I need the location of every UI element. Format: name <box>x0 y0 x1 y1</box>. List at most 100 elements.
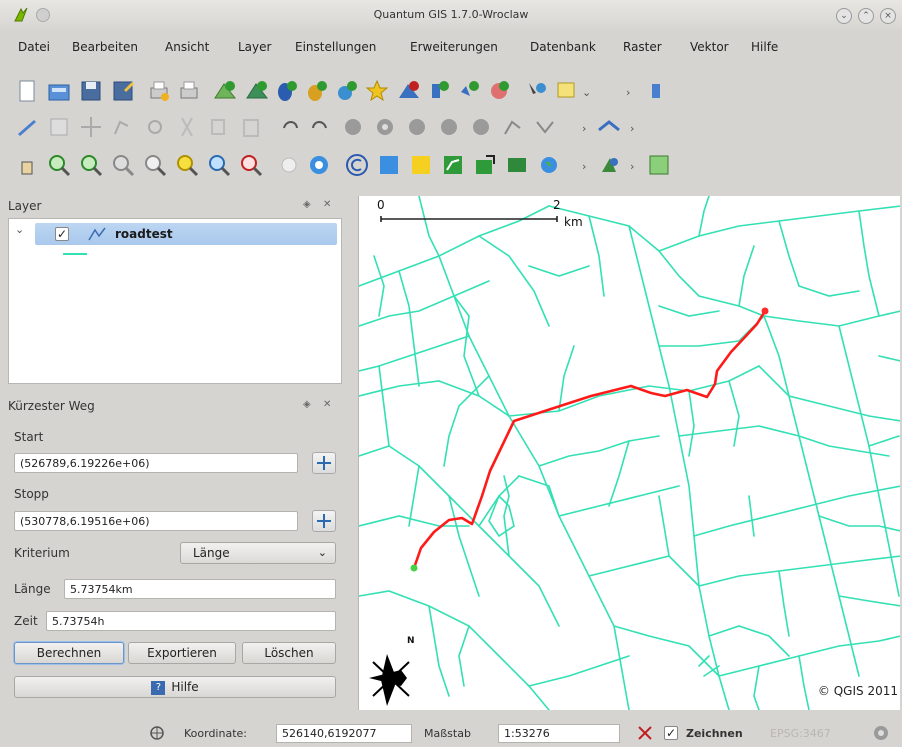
layer-item-roadtest[interactable]: ✓ roadtest <box>35 223 337 245</box>
delete-part-icon[interactable] <box>468 114 494 140</box>
menu-raster[interactable]: Raster <box>623 40 662 54</box>
pick-start-button[interactable] <box>312 452 336 474</box>
criterion-select[interactable]: Länge ⌄ <box>180 542 336 564</box>
menu-layer[interactable]: Layer <box>238 40 271 54</box>
stop-render-icon[interactable] <box>636 724 654 742</box>
layer-visibility-checkbox[interactable]: ✓ <box>55 227 69 241</box>
toolbar-overflow-icon-2[interactable]: › <box>582 122 586 135</box>
zoom-actual-icon[interactable] <box>206 152 232 178</box>
float-panel-icon[interactable]: ◈ <box>303 199 311 210</box>
globe-icon[interactable] <box>536 152 562 178</box>
add-gps-layer-icon[interactable] <box>486 78 512 104</box>
menu-datei[interactable]: Datei <box>18 40 50 54</box>
remove-layer-icon[interactable] <box>396 78 422 104</box>
help-button[interactable]: ? Hilfe <box>14 676 336 698</box>
shortest-path-icon[interactable] <box>440 152 466 178</box>
menu-einstellungen[interactable]: Einstellungen <box>295 40 376 54</box>
pick-stop-button[interactable] <box>312 510 336 532</box>
close-panel-icon-2[interactable]: ✕ <box>323 399 331 410</box>
dropdown-arrow-icon[interactable]: ⌄ <box>582 86 591 99</box>
menu-vektor[interactable]: Vektor <box>690 40 729 54</box>
coordinate-toggle-icon[interactable] <box>148 724 166 742</box>
paste-features-icon[interactable] <box>238 114 264 140</box>
add-wfs-layer-icon[interactable] <box>426 78 452 104</box>
measure-line-icon[interactable] <box>376 152 402 178</box>
add-raster-layer-icon[interactable] <box>244 78 270 104</box>
zoom-out-icon[interactable] <box>78 152 104 178</box>
print-icon[interactable] <box>176 78 202 104</box>
add-postgis-layer-icon[interactable] <box>274 78 300 104</box>
redo-icon[interactable] <box>308 114 334 140</box>
length-field[interactable]: 5.73754km <box>64 579 336 599</box>
simplify-feature-icon[interactable] <box>340 114 366 140</box>
toggle-editing-icon[interactable] <box>14 114 40 140</box>
open-project-icon[interactable] <box>46 78 72 104</box>
float-panel-icon-2[interactable]: ◈ <box>303 399 311 410</box>
menu-hilfe[interactable]: Hilfe <box>751 40 778 54</box>
render-checkbox[interactable]: ✓ <box>664 726 678 740</box>
minimize-icon[interactable]: ⌄ <box>836 8 852 24</box>
add-wms-layer-icon[interactable] <box>334 78 360 104</box>
gps-tools-icon[interactable] <box>596 114 622 140</box>
identify-icon[interactable] <box>524 78 550 104</box>
add-vector-layer-icon[interactable] <box>212 78 238 104</box>
copy-features-icon[interactable] <box>206 114 232 140</box>
zoom-layer-icon[interactable] <box>174 152 200 178</box>
close-icon[interactable]: × <box>880 8 896 24</box>
reshape-features-icon[interactable] <box>500 114 526 140</box>
new-print-composer-icon[interactable] <box>146 78 172 104</box>
collapse-arrow-icon[interactable]: ⌄ <box>15 223 24 236</box>
plugin-tool-icon[interactable] <box>596 152 622 178</box>
refresh-icon[interactable] <box>306 152 332 178</box>
zoom-in-icon[interactable] <box>46 152 72 178</box>
coordinate-field[interactable]: 526140,6192077 <box>276 724 412 743</box>
toolbar-overflow-icon-4[interactable]: › <box>582 160 586 173</box>
add-delimited-text-icon[interactable] <box>456 78 482 104</box>
menu-bearbeiten[interactable]: Bearbeiten <box>72 40 138 54</box>
clear-button[interactable]: Löschen <box>242 642 336 664</box>
map-canvas[interactable]: 0 2 km N © QGIS 2011 <box>358 196 900 710</box>
export-button[interactable]: Exportieren <box>128 642 236 664</box>
menu-ansicht[interactable]: Ansicht <box>165 40 209 54</box>
add-spatialite-layer-icon[interactable] <box>304 78 330 104</box>
time-field[interactable]: 5.73754h <box>46 611 336 631</box>
delete-ring-icon[interactable] <box>436 114 462 140</box>
close-panel-icon[interactable]: ✕ <box>323 199 331 210</box>
python-console-icon[interactable] <box>644 78 670 104</box>
toolbar-overflow-icon-3[interactable]: › <box>630 122 634 135</box>
save-project-icon[interactable] <box>78 78 104 104</box>
toolbar-overflow-icon-5[interactable]: › <box>630 160 634 173</box>
stop-point-field[interactable]: (530778,6.19516e+06) <box>14 511 298 531</box>
zoom-selection-icon[interactable] <box>142 152 168 178</box>
copyright-label-icon[interactable] <box>344 152 370 178</box>
save-as-icon[interactable] <box>110 78 136 104</box>
add-ring-icon[interactable] <box>372 114 398 140</box>
menu-datenbank[interactable]: Datenbank <box>530 40 596 54</box>
toolbar-overflow-icon[interactable]: › <box>626 86 630 99</box>
export-route-icon[interactable] <box>472 152 498 178</box>
undo-icon[interactable] <box>276 114 302 140</box>
save-edits-icon[interactable] <box>46 114 72 140</box>
new-project-icon[interactable] <box>14 78 40 104</box>
node-tool-icon[interactable] <box>110 114 136 140</box>
calculate-button[interactable]: Berechnen <box>14 642 124 664</box>
map-composer-icon[interactable] <box>504 152 530 178</box>
add-part-icon[interactable] <box>404 114 430 140</box>
zoom-last-icon[interactable] <box>238 152 264 178</box>
zoom-full-icon[interactable] <box>110 152 136 178</box>
measure-area-icon[interactable] <box>408 152 434 178</box>
menu-erweiterungen[interactable]: Erweiterungen <box>410 40 498 54</box>
new-shapefile-icon[interactable] <box>364 78 390 104</box>
cut-features-icon[interactable] <box>174 114 200 140</box>
delete-selected-icon[interactable] <box>142 114 168 140</box>
scale-field[interactable]: 1:53276 <box>498 724 620 743</box>
start-point-field[interactable]: (526789,6.19226e+06) <box>14 453 298 473</box>
projection-icon[interactable] <box>872 724 890 742</box>
maximize-icon[interactable]: ⌃ <box>858 8 874 24</box>
select-features-icon[interactable] <box>554 78 580 104</box>
new-layer-icon[interactable] <box>646 152 672 178</box>
map-tips-icon[interactable] <box>276 152 302 178</box>
pan-icon[interactable] <box>14 152 40 178</box>
move-feature-icon[interactable] <box>78 114 104 140</box>
split-features-icon[interactable] <box>532 114 558 140</box>
